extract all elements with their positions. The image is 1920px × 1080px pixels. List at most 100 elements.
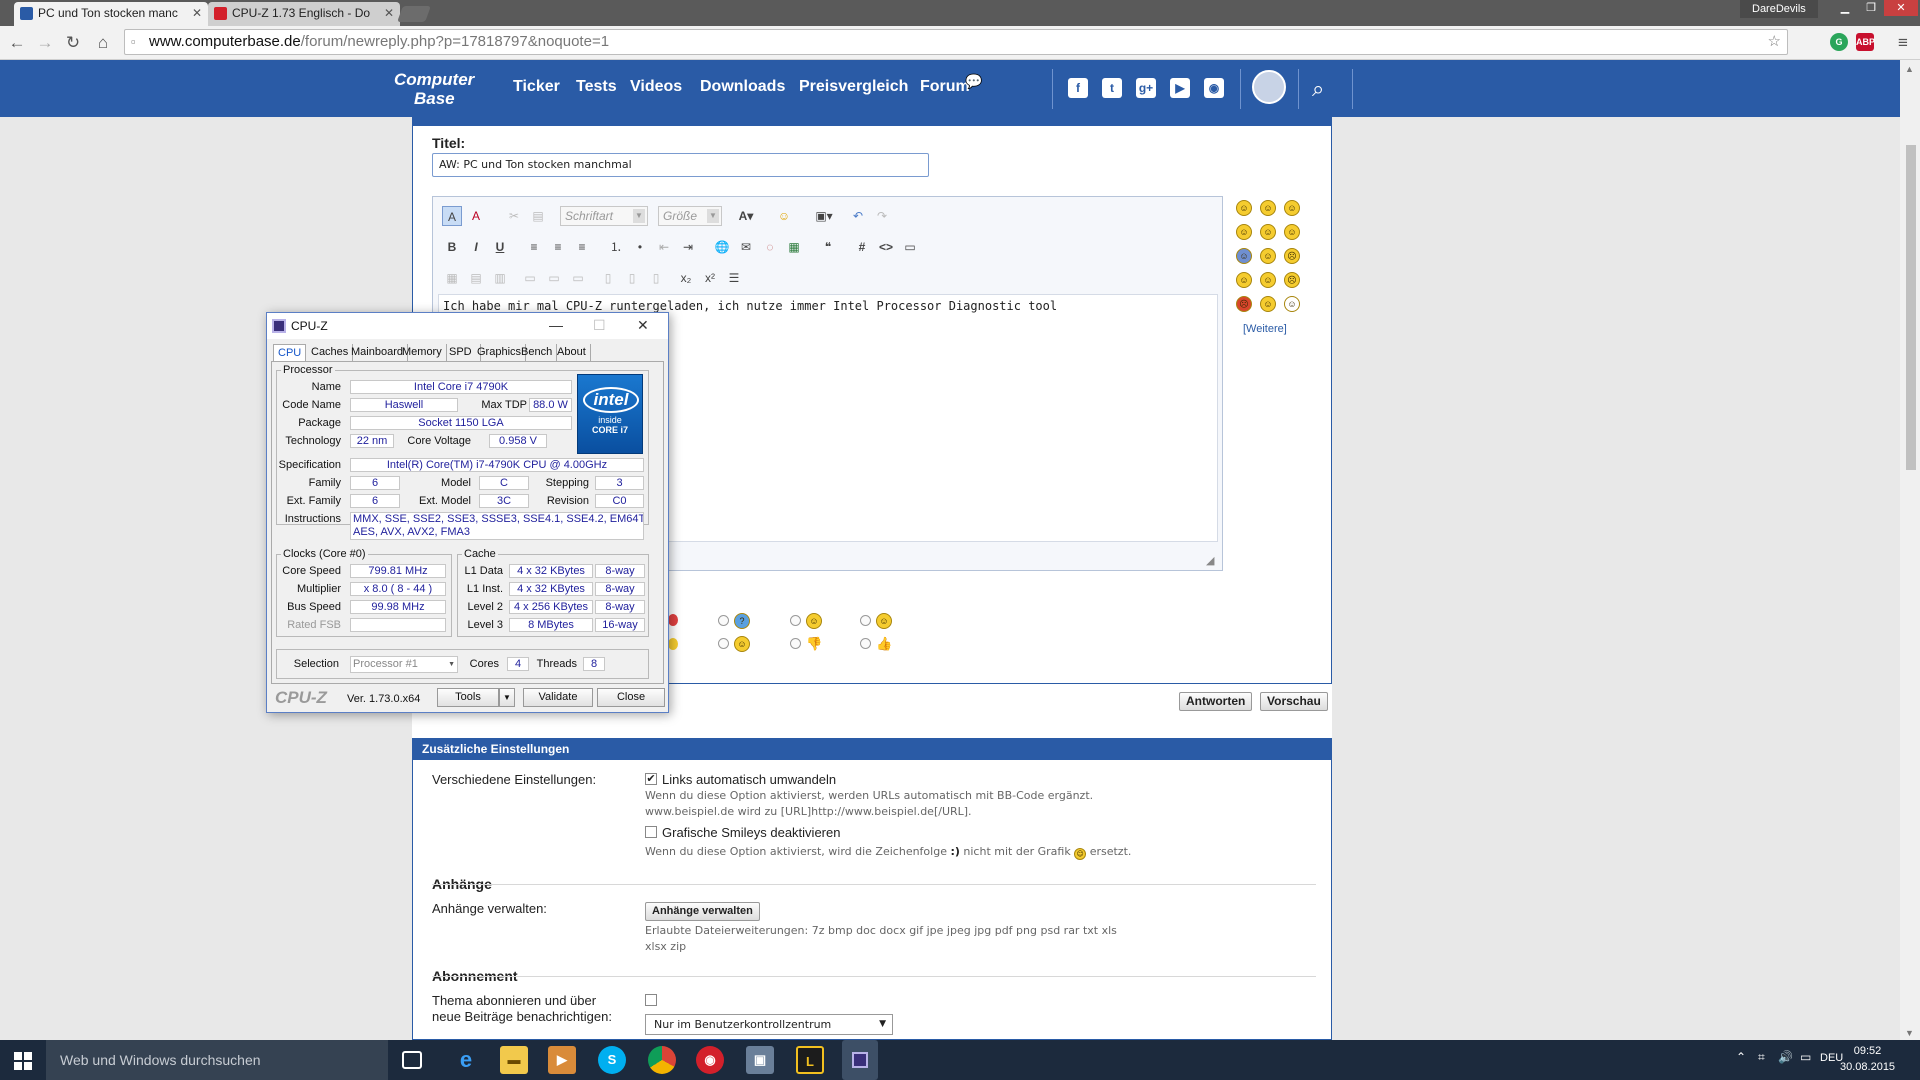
googleplus-icon[interactable]: g+ [1136, 78, 1156, 98]
close-button[interactable]: Close [597, 688, 665, 707]
quote-icon[interactable]: ❝ [818, 237, 838, 257]
cpuz-tab-about[interactable]: About [553, 344, 591, 362]
align-center-icon[interactable]: ≡ [548, 237, 568, 257]
cpuz-tab-cpu[interactable]: CPU [273, 344, 307, 362]
subscript-icon[interactable]: x₂ [676, 268, 696, 288]
system-clock[interactable]: 09:52 30.08.2015 [1840, 1043, 1895, 1075]
size-select[interactable]: Größe ▼ [658, 206, 722, 226]
redo-icon[interactable]: ↷ [872, 206, 892, 226]
split-cell-icon[interactable]: ▯ [646, 268, 666, 288]
file-explorer-icon[interactable]: ▬ [500, 1046, 528, 1074]
mad-smiley-icon[interactable]: ☹ [1284, 272, 1300, 288]
resize-grip-icon[interactable]: ◢ [1206, 554, 1214, 567]
user-avatar[interactable] [1252, 70, 1286, 104]
tray-chevron-icon[interactable]: ⌃ [1736, 1050, 1746, 1064]
youtube-icon[interactable]: ▶ [1170, 78, 1190, 98]
biggrin-smiley-icon[interactable]: ☺ [1236, 272, 1252, 288]
post-icon-radio[interactable] [718, 615, 729, 626]
superscript-icon[interactable]: x² [700, 268, 720, 288]
close-tab-icon[interactable]: ✕ [192, 2, 202, 24]
recording-app-icon[interactable]: ◉ [696, 1046, 724, 1074]
back-arrow-icon[interactable]: ← [6, 32, 28, 54]
tab-computerbase[interactable]: PC und Ton stocken manc ✕ [14, 2, 208, 26]
paste-icon[interactable]: ▤ [528, 206, 548, 226]
tab-cpuz-download[interactable]: CPU-Z 1.73 Englisch - Do ✕ [208, 2, 400, 26]
close-window-icon[interactable]: ✕ [1884, 0, 1918, 16]
italic-icon[interactable]: I [466, 237, 486, 257]
nav-preisvergleich[interactable]: Preisvergleich [799, 78, 908, 96]
html-code-icon[interactable]: <> [876, 237, 896, 257]
insert-col-icon[interactable]: ▯ [598, 268, 618, 288]
scrollbar-thumb[interactable] [1906, 145, 1916, 470]
wink-smiley-icon[interactable]: ☺ [1284, 200, 1300, 216]
processor-select[interactable]: Processor #1 ▼ [350, 656, 458, 673]
delete-row-icon[interactable]: ▭ [544, 268, 564, 288]
menu-icon[interactable]: ≡ [1892, 32, 1914, 54]
skype-icon[interactable]: S [598, 1046, 626, 1074]
tools-dropdown-icon[interactable]: ▼ [499, 688, 515, 707]
task-view-icon[interactable] [402, 1051, 422, 1069]
notifications-icon[interactable]: ▭ [1800, 1050, 1811, 1064]
subscribe-checkbox[interactable] [645, 994, 657, 1006]
shock-smiley-icon[interactable]: ☺ [1284, 296, 1300, 312]
nav-videos[interactable]: Videos [630, 78, 682, 96]
scroll-up-icon[interactable]: ▲ [1905, 64, 1914, 74]
profile-button[interactable]: DareDevils [1740, 0, 1818, 18]
smiley-icon[interactable]: ☺ [1236, 200, 1252, 216]
close-icon[interactable]: ✕ [637, 317, 649, 334]
horizontal-rule-icon[interactable]: ☰ [724, 268, 744, 288]
smiley-insert-icon[interactable]: ☺ [774, 206, 794, 226]
validate-button[interactable]: Validate [523, 688, 593, 707]
rolleyes-smiley-icon[interactable]: ☺ [1260, 248, 1276, 264]
windows-search-box[interactable]: Web und Windows durchsuchen [46, 1040, 388, 1080]
post-icon-radio[interactable] [718, 638, 729, 649]
php-code-icon[interactable]: ▭ [900, 237, 920, 257]
forward-arrow-icon[interactable]: → [34, 32, 56, 54]
answer-button[interactable]: Antworten [1179, 692, 1253, 711]
new-tab-button[interactable] [397, 6, 431, 22]
cut-icon[interactable]: ✂ [504, 206, 524, 226]
cpuz-tab-memory[interactable]: Memory [398, 344, 447, 362]
underline-icon[interactable]: U [490, 237, 510, 257]
cpuz-tab-bench[interactable]: Bench [517, 344, 558, 362]
facebook-icon[interactable]: f [1068, 78, 1088, 98]
unordered-list-icon[interactable]: • [630, 237, 650, 257]
nav-ticker[interactable]: Ticker [513, 78, 560, 96]
frown-smiley-icon[interactable]: ☹ [1284, 248, 1300, 264]
cpuz-taskbar-button[interactable] [842, 1040, 878, 1080]
clipboard-icon[interactable]: ▣▾ [810, 206, 838, 226]
minimize-icon[interactable]: ▁ [1832, 0, 1858, 16]
restore-icon[interactable]: ❐ [1858, 0, 1884, 16]
font-select[interactable]: Schriftart ▼ [560, 206, 648, 226]
post-icon-radio[interactable] [790, 638, 801, 649]
table-col-icon[interactable]: ▥ [490, 268, 510, 288]
table-row-icon[interactable]: ▤ [466, 268, 486, 288]
align-right-icon[interactable]: ≡ [572, 237, 592, 257]
delete-col-icon[interactable]: ▯ [622, 268, 642, 288]
insert-image-icon[interactable]: ▦ [784, 237, 804, 257]
scroll-down-icon[interactable]: ▼ [1905, 1028, 1914, 1038]
bookmark-star-icon[interactable]: ☆ [1768, 30, 1781, 54]
text-color-icon[interactable]: A▾ [732, 206, 760, 226]
chrome-icon[interactable] [648, 1046, 676, 1074]
rss-icon[interactable]: ◉ [1204, 78, 1224, 98]
network-icon[interactable]: ⌗ [1758, 1050, 1765, 1065]
search-icon[interactable]: ⌕ [1312, 76, 1324, 102]
nav-downloads[interactable]: Downloads [700, 78, 785, 96]
insert-link-icon[interactable]: 🌐 [712, 237, 732, 257]
volume-icon[interactable]: 🔊 [1778, 1050, 1793, 1064]
tools-button[interactable]: Tools [437, 688, 499, 707]
system-tool-icon[interactable]: ▣ [746, 1046, 774, 1074]
computerbase-logo[interactable]: Computer Base [390, 67, 490, 111]
twitter-icon[interactable]: t [1102, 78, 1122, 98]
nav-tests[interactable]: Tests [576, 78, 617, 96]
league-launcher-icon[interactable]: L [796, 1046, 824, 1074]
angry-smiley-icon[interactable]: ☹ [1236, 296, 1252, 312]
titel-input[interactable]: AW: PC und Ton stocken manchmal [432, 153, 929, 177]
windows-start-icon[interactable] [14, 1052, 32, 1070]
links-auto-checkbox[interactable]: ✔ [645, 773, 657, 785]
post-icon-radio[interactable] [860, 615, 871, 626]
wysiwyg-toggle-icon[interactable]: A [442, 206, 462, 226]
cpuz-titlebar[interactable]: CPU-Z — ☐ ✕ [267, 313, 668, 339]
post-icon-radio[interactable] [790, 615, 801, 626]
